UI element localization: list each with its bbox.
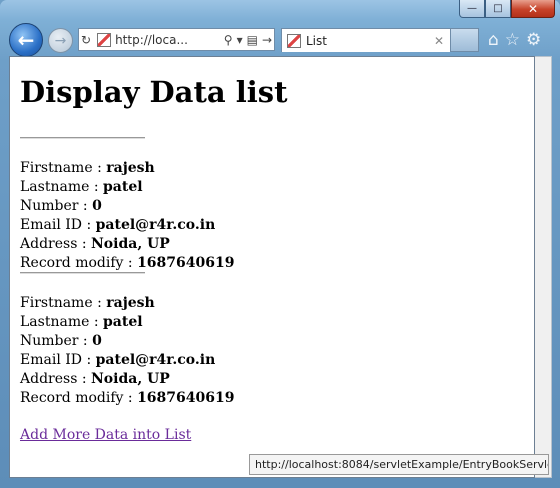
window-controls: — □ ✕	[459, 0, 555, 18]
modify-row: Record modify : 1687640619	[20, 254, 235, 271]
add-more-data-link[interactable]: Add More Data into List	[20, 427, 191, 443]
firstname-row: Firstname : rajesh	[20, 295, 155, 312]
back-button[interactable]: ←	[9, 23, 43, 57]
lastname-row: Lastname : patel	[20, 314, 143, 331]
search-icon[interactable]: ⚲	[224, 33, 233, 47]
close-window-button[interactable]: ✕	[511, 0, 555, 18]
forward-arrow-icon: →	[54, 32, 67, 49]
toolbar-right-icons: ⌂ ☆ ⚙	[488, 30, 541, 50]
email-row: Email ID : patel@r4r.co.in	[20, 216, 216, 233]
firstname-value: rajesh	[106, 160, 155, 176]
status-url-tooltip: http://localhost:8084/servletExample/Ent…	[249, 454, 549, 475]
new-tab-button[interactable]	[451, 28, 479, 52]
lastname-row: Lastname : patel	[20, 178, 143, 195]
address-value: Noida, UP	[91, 371, 170, 388]
vertical-scrollbar[interactable]	[535, 56, 552, 478]
modify-value: 1687640619	[137, 389, 235, 406]
address-row: Address : Noida, UP	[20, 371, 170, 388]
number-row: Number : 0	[20, 197, 102, 214]
forward-button[interactable]: →	[48, 28, 73, 53]
address-row: Address : Noida, UP	[20, 235, 170, 252]
tab-close-icon[interactable]: ✕	[434, 34, 444, 48]
gear-icon[interactable]: ⚙	[526, 30, 541, 50]
compat-view-icon[interactable]: ▤	[247, 33, 258, 47]
page-content: Display Data list Firstname : rajesh Las…	[9, 56, 535, 478]
record-1: Firstname : rajesh Lastname : patel Numb…	[20, 159, 524, 272]
number-value: 0	[92, 197, 102, 214]
maximize-button[interactable]: □	[485, 0, 511, 18]
home-icon[interactable]: ⌂	[488, 30, 499, 50]
record-2: Firstname : rajesh Lastname : patel Numb…	[20, 294, 524, 407]
page-favicon-icon	[97, 32, 112, 47]
address-bar[interactable]: ↻ http://loca... ⚲ ▾ ▤ →	[78, 28, 275, 51]
email-value: patel@r4r.co.in	[95, 216, 216, 233]
address-url[interactable]: http://loca...	[115, 33, 222, 47]
refresh-icon[interactable]: ↻	[81, 33, 91, 47]
back-arrow-icon: ←	[17, 28, 35, 52]
number-value: 0	[92, 333, 102, 350]
firstname-value: rajesh	[106, 295, 155, 312]
lastname-value: patel	[103, 314, 143, 331]
star-icon[interactable]: ☆	[505, 30, 520, 50]
email-value: patel@r4r.co.in	[95, 352, 216, 369]
go-arrow-icon[interactable]: →	[262, 33, 272, 47]
lastname-value: patel	[103, 178, 143, 195]
modify-row: Record modify : 1687640619	[20, 389, 235, 406]
number-row: Number : 0	[20, 333, 102, 350]
tab-title: List	[306, 33, 327, 48]
modify-value: 1687640619	[137, 254, 235, 271]
firstname-row: Firstname : rajesh	[20, 160, 155, 176]
address-value: Noida, UP	[91, 235, 170, 252]
email-row: Email ID : patel@r4r.co.in	[20, 352, 216, 369]
tab-list[interactable]: List ✕	[281, 28, 451, 52]
dropdown-icon[interactable]: ▾	[237, 33, 243, 47]
minimize-button[interactable]: —	[459, 0, 485, 18]
page-title: Display Data list	[20, 75, 288, 109]
tab-favicon-icon	[287, 33, 301, 48]
